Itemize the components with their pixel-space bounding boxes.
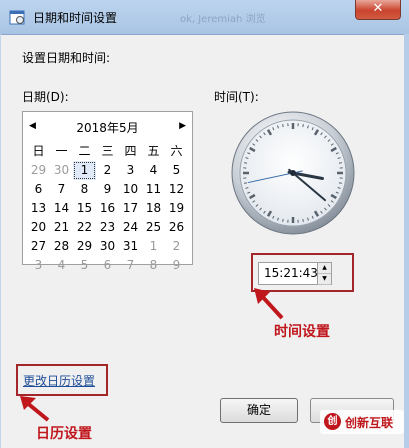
calendar-day[interactable]: 12: [165, 180, 188, 199]
title-bar: 日期和时间设置 ok, Jeremiah 浏览 ✕: [0, 0, 409, 35]
calendar-day[interactable]: 6: [96, 256, 119, 275]
background-window-ghost-text: ok, Jeremiah 浏览: [180, 14, 266, 25]
weekday-header: 五: [147, 144, 160, 158]
clock-tick: [243, 162, 248, 164]
calendar-grid: 日一二三四五六 29 30 1 2 3 4 5 6 7 8 9 10 11 12 13 14 15 16 17 18 19…: [27, 142, 189, 275]
window-title: 日期和时间设置: [33, 11, 118, 25]
clock-tick: [302, 218, 304, 223]
clock-tick: [282, 123, 284, 128]
calendar-day[interactable]: 22: [73, 218, 96, 237]
calendar-day[interactable]: 29: [73, 237, 96, 256]
calendar-day[interactable]: 3: [27, 256, 50, 275]
calendar-week-row: 27 28 29 30 31 1 2: [27, 237, 189, 256]
calendar-day[interactable]: 19: [165, 199, 188, 218]
calendar-day[interactable]: 3: [119, 161, 142, 180]
calendar-day[interactable]: 15: [73, 199, 96, 218]
calendar-day[interactable]: 16: [96, 199, 119, 218]
calendar-day[interactable]: 13: [27, 199, 50, 218]
calendar-day[interactable]: 2: [96, 161, 119, 180]
weekday-header: 一: [55, 144, 68, 158]
time-arrow-icon: [254, 288, 284, 320]
calendar-week-row: 6 7 8 9 10 11 12: [27, 180, 189, 199]
clock-center: [290, 170, 296, 176]
calendar-day[interactable]: 4: [142, 161, 165, 180]
ok-button[interactable]: 确定: [220, 398, 298, 423]
calendar-day[interactable]: 8: [73, 180, 96, 199]
calendar-day[interactable]: 31: [119, 237, 142, 256]
calendar-day[interactable]: 2: [165, 237, 188, 256]
close-button[interactable]: ✕: [355, 0, 401, 20]
calendar-day[interactable]: 20: [27, 218, 50, 237]
calendar-day[interactable]: 18: [142, 199, 165, 218]
weekday-header: 三: [101, 144, 114, 158]
calendar-day[interactable]: 8: [142, 256, 165, 275]
weekday-header: 二: [78, 144, 91, 158]
analog-clock: [231, 111, 355, 235]
calendar-weekday-row: 日一二三四五六: [27, 142, 189, 161]
calendar-arrow-icon: [20, 396, 50, 422]
calendar-day[interactable]: 26: [165, 218, 188, 237]
calendar-day[interactable]: 17: [119, 199, 142, 218]
calendar-annotation: 日历设置: [36, 426, 92, 442]
calendar-day[interactable]: 10: [119, 180, 142, 199]
calendar-day[interactable]: 29: [27, 161, 50, 180]
calendar-day-selected[interactable]: 1: [73, 161, 96, 180]
calendar-day[interactable]: 14: [50, 199, 73, 218]
calendar-day[interactable]: 5: [165, 161, 188, 180]
calendar-day[interactable]: 28: [50, 237, 73, 256]
calendar-day[interactable]: 30: [96, 237, 119, 256]
clock-tick: [338, 182, 343, 184]
calendar-week-row: 3456789: [27, 256, 189, 275]
calendar-week-row: 13 14 15 16 17 18 19: [27, 199, 189, 218]
calendar-day[interactable]: 9: [165, 256, 188, 275]
calendar-day[interactable]: 6: [27, 180, 50, 199]
calendar-day[interactable]: 24: [119, 218, 142, 237]
calendar-day[interactable]: 1: [142, 237, 165, 256]
weekday-header: 日: [32, 144, 45, 158]
calendar-week-row: 29 30 1 2 3 4 5: [27, 161, 189, 180]
calendar: ◀ 2018年5月 ▶ 日一二三四五六 29 30 1 2 3 4 5 6 7 8 9 10 11 12 13…: [22, 111, 193, 272]
calendar-day[interactable]: 9: [96, 180, 119, 199]
weekday-header: 四: [124, 144, 137, 158]
calendar-day[interactable]: 21: [50, 218, 73, 237]
calendar-app-icon: [9, 10, 25, 25]
calendar-day[interactable]: 27: [27, 237, 50, 256]
clock-tick: [282, 218, 284, 223]
change-calendar-link[interactable]: 更改日历设置: [23, 372, 95, 389]
date-label: 日期(D):: [22, 90, 69, 104]
weekday-header: 六: [170, 144, 183, 158]
watermark-logo-icon: 创: [324, 413, 341, 430]
next-month-icon[interactable]: ▶: [179, 121, 186, 131]
clock-tick: [302, 123, 304, 128]
calendar-day[interactable]: 11: [142, 180, 165, 199]
clock-tick: [243, 182, 248, 184]
calendar-day[interactable]: 5: [73, 256, 96, 275]
calendar-day[interactable]: 30: [50, 161, 73, 180]
watermark: 创 创新互联: [320, 410, 404, 434]
calendar-day[interactable]: 7: [50, 180, 73, 199]
calendar-month-title[interactable]: 2018年5月: [23, 119, 192, 136]
dialog-heading: 设置日期和时间:: [22, 51, 111, 65]
calendar-day[interactable]: 23: [96, 218, 119, 237]
calendar-day[interactable]: 4: [50, 256, 73, 275]
calendar-week-row: 20 21 22 23 24 25 26: [27, 218, 189, 237]
calendar-day[interactable]: 7: [119, 256, 142, 275]
time-label: 时间(T):: [214, 90, 259, 104]
calendar-day[interactable]: 25: [142, 218, 165, 237]
time-annotation: 时间设置: [274, 324, 330, 340]
clock-tick: [338, 162, 343, 164]
watermark-text: 创新互联: [345, 416, 394, 430]
